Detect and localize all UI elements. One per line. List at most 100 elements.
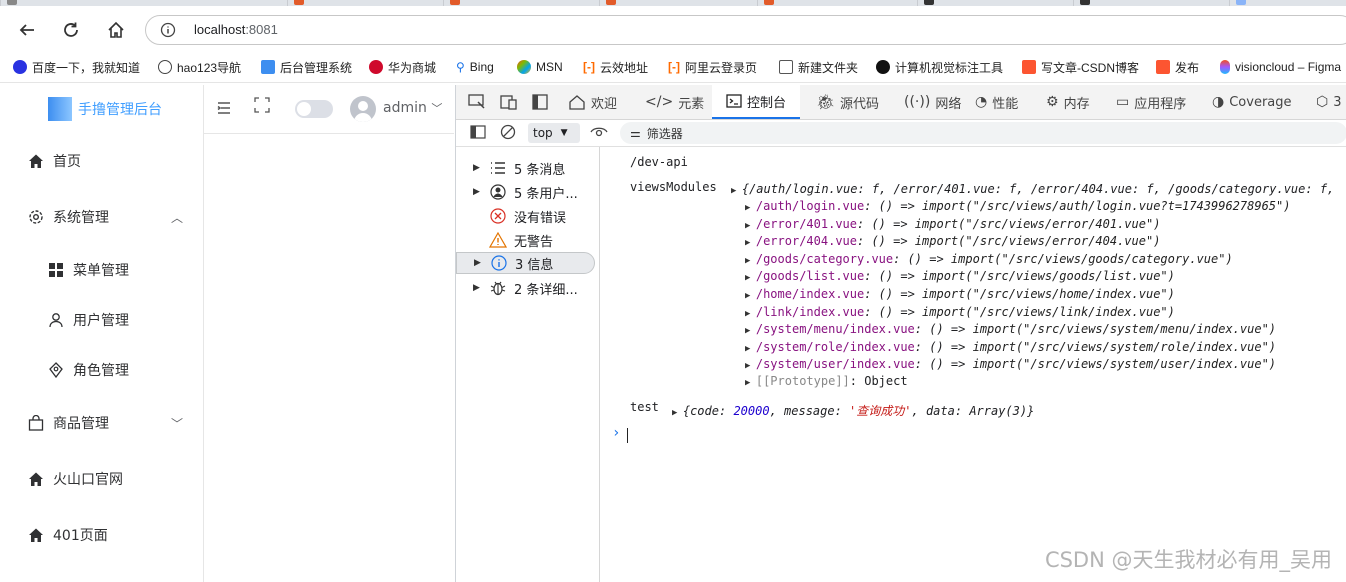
tab-welcome[interactable]: 欢迎 [568, 85, 617, 119]
bookmark-item[interactable]: ⚲ Bing [456, 59, 494, 75]
object-entry[interactable]: ▶ /error/401.vue: () => import("/src/vie… [745, 217, 1160, 231]
object-entry[interactable]: ▶ /home/index.vue: () => import("/src/vi… [745, 287, 1175, 301]
object-entry[interactable]: ▶ /system/role/index.vue: () => import("… [745, 340, 1276, 354]
test-message-key: message [784, 404, 835, 418]
menu-item-volcano[interactable]: 火山口官网 [0, 459, 203, 499]
menu-item-401[interactable]: 401页面 [0, 515, 203, 555]
bookmark-item[interactable]: [-] 云效地址 [583, 59, 648, 75]
test-object[interactable]: ▶ {code: 20000, message: '查询成功', data: A… [672, 402, 1034, 419]
entry-key: /system/user/index.vue [755, 357, 915, 372]
inspect-element-icon[interactable] [468, 85, 486, 119]
home-icon [27, 152, 45, 170]
tab-network[interactable]: ((·)) 网络 [904, 85, 961, 119]
bookmark-item[interactable]: 后台管理系统 [261, 59, 352, 75]
sidebar-user-messages[interactable]: ▶ 5 条用户... [456, 181, 599, 203]
bookmark-item[interactable]: 华为商城 [369, 59, 436, 75]
expand-triangle-icon: ▶ [745, 378, 756, 388]
bookmark-label: 写文章-CSDN博客 [1041, 60, 1139, 75]
object-entry[interactable]: ▶ /goods/category.vue: () => import("/sr… [745, 252, 1233, 266]
fullscreen-icon[interactable] [254, 97, 270, 117]
expand-triangle-icon: ▶ [731, 186, 742, 196]
object-summary[interactable]: ▶ {/auth/login.vue: f, /error/401.vue: f… [731, 182, 1334, 196]
bookmark-label: visioncloud – Figma [1235, 60, 1342, 74]
sidebar-toggle-icon[interactable] [470, 125, 486, 143]
app-header: admin ﹀ [204, 85, 454, 134]
bookmark-item[interactable]: visioncloud – Figma [1220, 59, 1341, 75]
menu-label: 用户管理 [73, 313, 129, 329]
entry-value: import("/src/views/error/401.vue") [914, 216, 1161, 231]
bookmark-item[interactable]: 写文章-CSDN博客 [1022, 59, 1139, 75]
device-toolbar-icon[interactable] [500, 85, 518, 119]
tab-performance[interactable]: ◔ 性能 [975, 85, 1018, 119]
baidu-icon [13, 60, 27, 74]
tab-label: 欢迎 [591, 96, 618, 112]
gauge-icon: ◔ [975, 94, 988, 110]
clear-console-icon[interactable] [500, 124, 516, 144]
dock-side-icon[interactable] [532, 85, 548, 119]
tab-sources[interactable]: 🐞︎ 源代码 [816, 85, 879, 119]
prototype-row[interactable]: ▶ [[Prototype]]: Object [745, 374, 908, 388]
back-button[interactable] [14, 17, 40, 43]
menu-label: 商品管理 [53, 416, 109, 432]
object-entry[interactable]: ▶ /system/user/index.vue: () => import("… [745, 357, 1276, 371]
menu-label: 火山口官网 [53, 472, 123, 488]
entry-key: /auth/login.vue [755, 199, 865, 213]
context-select[interactable]: top ▼ [528, 123, 580, 143]
caret-down-icon: ▼ [560, 128, 568, 138]
theme-toggle[interactable] [295, 100, 333, 118]
bookmark-item[interactable]: hao123导航 [158, 59, 241, 75]
user-circle-icon [487, 183, 509, 201]
aliyun-icon: [-] [583, 60, 595, 74]
object-entry[interactable]: ▶ /system/menu/index.vue: () => import("… [745, 322, 1276, 336]
site-info-icon[interactable] [160, 22, 176, 42]
avatar[interactable] [350, 96, 376, 122]
tab-console[interactable]: 控制台 [712, 85, 801, 119]
object-entry[interactable]: ▶ /goods/list.vue: () => import("/src/vi… [745, 269, 1175, 283]
sidebar-warnings[interactable]: 无警告 [456, 229, 599, 251]
sidebar-verbose[interactable]: ▶ 2 条详细... [456, 277, 599, 299]
tab-memory[interactable]: ⚙ 内存 [1046, 85, 1090, 119]
app-logo[interactable]: 手撸管理后台 [48, 97, 162, 121]
chevron-up-icon: ︿ [170, 211, 183, 225]
expand-triangle-icon: ▶ [745, 361, 756, 372]
filter-input[interactable]: ⚌ 筛选器 [620, 122, 1346, 144]
prompt-chevron-icon: › [612, 425, 621, 441]
tab-coverage[interactable]: ◑ Coverage [1212, 85, 1292, 119]
menu-item-system[interactable]: 系统管理 ︿ [0, 197, 203, 237]
bookmark-item[interactable]: 发布 [1156, 59, 1199, 75]
console-sidebar: ▶ 5 条消息 ▶ 5 条用户... 没有错误 无警告 ▶ 3 信息 ▶ 2 条详细..… [456, 147, 600, 582]
user-menu[interactable]: admin ﹀ [383, 100, 442, 116]
console-input[interactable] [627, 428, 628, 443]
list-icon [487, 159, 509, 177]
menu-item-goods[interactable]: 商品管理 ﹀ [0, 403, 203, 443]
object-entry[interactable]: ▶ /link/index.vue: () => import("/src/vi… [745, 305, 1175, 319]
reload-button[interactable] [58, 17, 84, 43]
bookmark-item[interactable]: 百度一下，我就知道 [13, 59, 140, 75]
menu-item-roles[interactable]: 角色管理 [0, 350, 203, 390]
tab-3d[interactable]: ⬡ 3 [1316, 85, 1342, 119]
bookmark-item[interactable]: 计算机视觉标注工具 [876, 59, 1003, 75]
expand-triangle-icon: ▶ [745, 308, 756, 319]
object-entry[interactable]: ▶ /error/404.vue: () => import("/src/vie… [745, 234, 1160, 248]
bookmark-label: 阿里云登录页 [685, 60, 758, 75]
tab-elements[interactable]: </> 元素 [645, 85, 704, 119]
menu-item-users[interactable]: 用户管理 [0, 300, 203, 340]
address-bar[interactable]: localhost:8081 [145, 15, 1346, 45]
bookmark-item[interactable]: [-] 阿里云登录页 [668, 59, 757, 75]
bookmark-item[interactable]: MSN [517, 59, 563, 75]
sidebar-errors[interactable]: 没有错误 [456, 205, 599, 227]
menu-item-home[interactable]: 首页 [0, 141, 203, 181]
eye-icon[interactable] [590, 124, 608, 144]
sidebar-messages[interactable]: ▶ 5 条消息 [456, 157, 599, 179]
home-button[interactable] [103, 17, 129, 43]
menu-item-menus[interactable]: 菜单管理 [0, 250, 203, 290]
collapse-menu-icon[interactable] [216, 100, 232, 120]
sidebar-info[interactable]: ▶ 3 信息 [456, 252, 595, 274]
entry-key: /link/index.vue [755, 304, 865, 319]
tab-application[interactable]: ▭ 应用程序 [1116, 85, 1186, 119]
filter-icon: ⚌ [630, 126, 641, 140]
warning-icon [487, 231, 509, 249]
bookmark-item[interactable]: 新建文件夹 [779, 59, 858, 75]
entry-key: /error/404.vue [755, 234, 857, 249]
object-entry[interactable]: ▶ /auth/login.vue: () => import("/src/vi… [745, 199, 1290, 213]
